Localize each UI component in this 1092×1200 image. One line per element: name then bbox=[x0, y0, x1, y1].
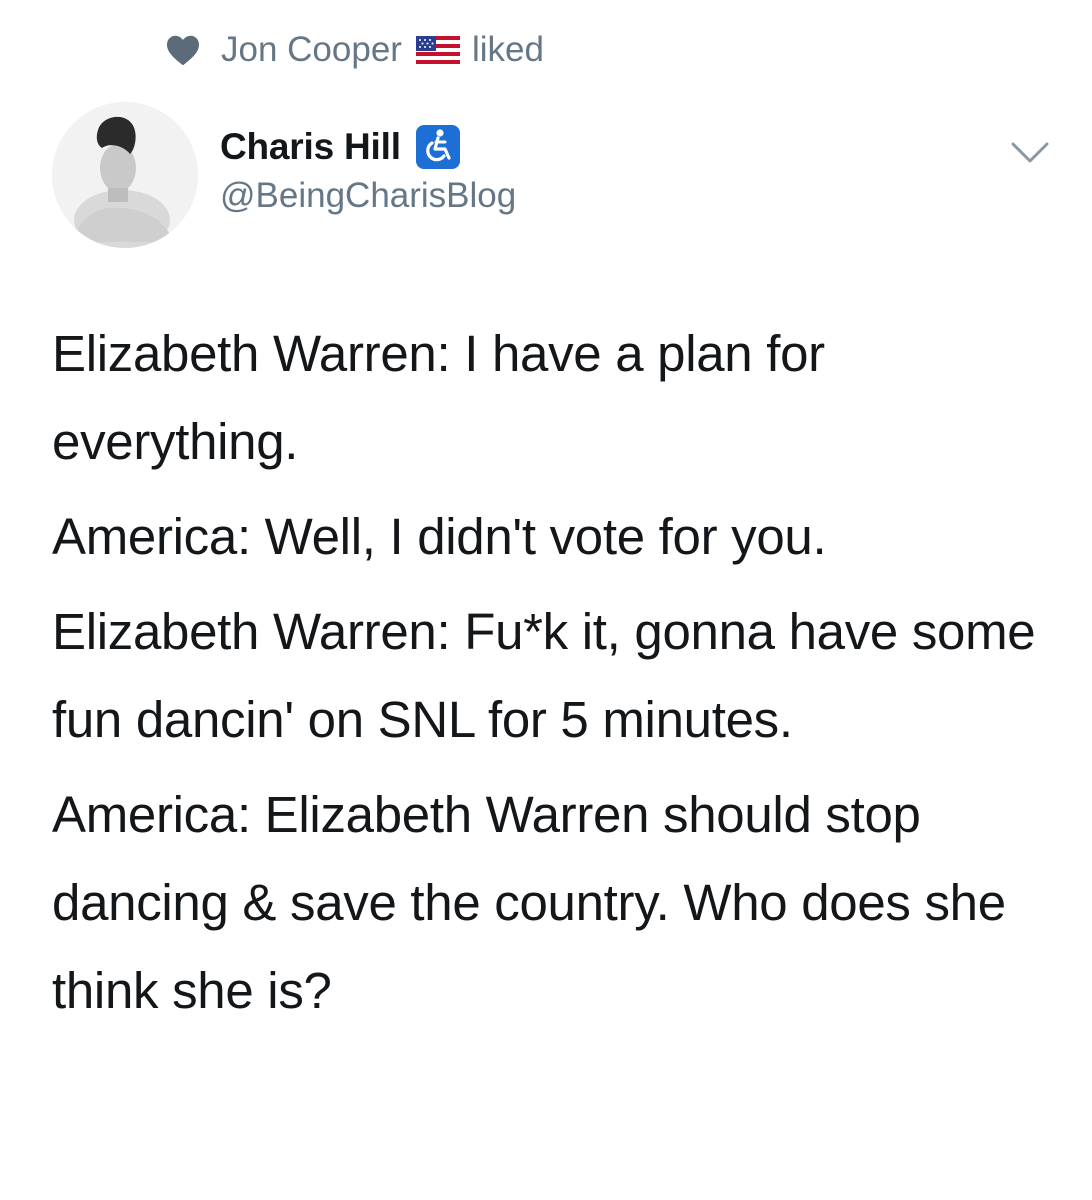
tweet-paragraph: Elizabeth Warren: I have a plan for ever… bbox=[52, 325, 825, 470]
tweet-header: Charis Hill @BeingCharisBlog bbox=[52, 102, 1052, 252]
us-flag-icon bbox=[415, 36, 460, 64]
author-handle[interactable]: @BeingCharisBlog bbox=[220, 176, 516, 216]
chevron-down-icon[interactable] bbox=[1010, 140, 1050, 166]
avatar[interactable] bbox=[52, 102, 198, 248]
tweet-paragraph: Elizabeth Warren: Fu*k it, gonna have so… bbox=[52, 603, 1036, 748]
author-names: Charis Hill @BeingCharisBlog bbox=[220, 122, 516, 216]
tweet-paragraph: America: Well, I didn't vote for you. bbox=[52, 508, 827, 565]
display-name[interactable]: Charis Hill bbox=[220, 126, 401, 168]
accessibility-wheelchair-icon bbox=[415, 125, 460, 169]
social-context: Jon Cooper liked bbox=[165, 26, 544, 74]
social-action: liked bbox=[471, 30, 544, 69]
tweet-text: Elizabeth Warren: I have a plan for ever… bbox=[52, 310, 1062, 1042]
avatar-image bbox=[52, 102, 198, 248]
tweet-paragraph: America: Elizabeth Warren should stop da… bbox=[52, 786, 1006, 1019]
heart-icon bbox=[167, 35, 199, 66]
liker-name[interactable]: Jon Cooper bbox=[221, 30, 402, 70]
